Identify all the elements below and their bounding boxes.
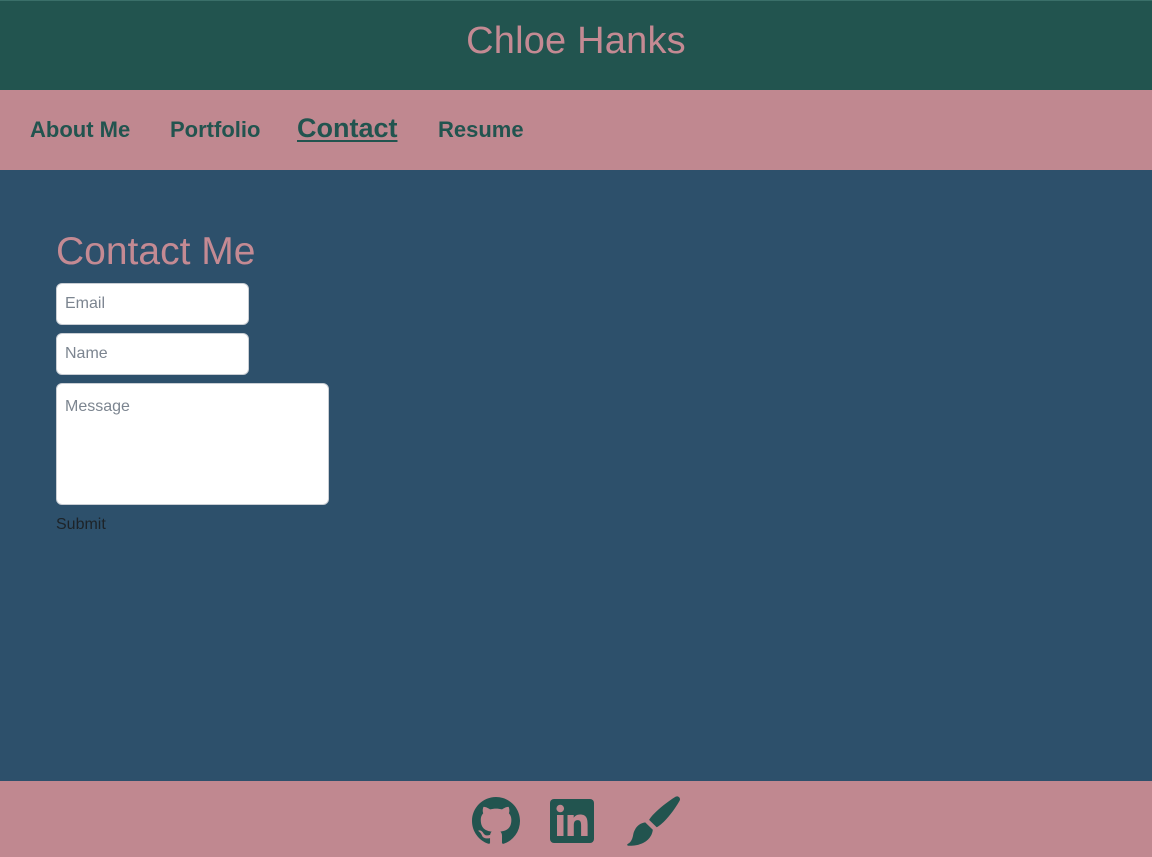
page: Chloe Hanks About Me Portfolio Contact R…: [0, 0, 1152, 857]
submit-button[interactable]: Submit: [56, 515, 106, 535]
nav-contact[interactable]: Contact: [297, 114, 398, 142]
main-content: Contact Me Submit: [0, 170, 1152, 781]
site-footer: [0, 781, 1152, 857]
nav-bar: About Me Portfolio Contact Resume: [0, 90, 1152, 170]
paintbrush-icon: [627, 796, 681, 846]
portfolio-link[interactable]: [627, 796, 681, 846]
linkedin-icon: [550, 799, 594, 843]
contact-heading: Contact Me: [56, 230, 256, 273]
site-title: Chloe Hanks: [466, 20, 686, 62]
linkedin-link[interactable]: [550, 799, 594, 843]
nav-resume[interactable]: Resume: [438, 116, 524, 144]
email-field[interactable]: [56, 283, 249, 325]
nav-portfolio[interactable]: Portfolio: [170, 116, 260, 144]
github-icon: [472, 797, 520, 845]
github-link[interactable]: [472, 797, 520, 845]
name-field[interactable]: [56, 333, 249, 375]
message-field[interactable]: [56, 383, 329, 505]
nav-about-me[interactable]: About Me: [30, 116, 130, 144]
site-header: Chloe Hanks: [0, 0, 1152, 90]
